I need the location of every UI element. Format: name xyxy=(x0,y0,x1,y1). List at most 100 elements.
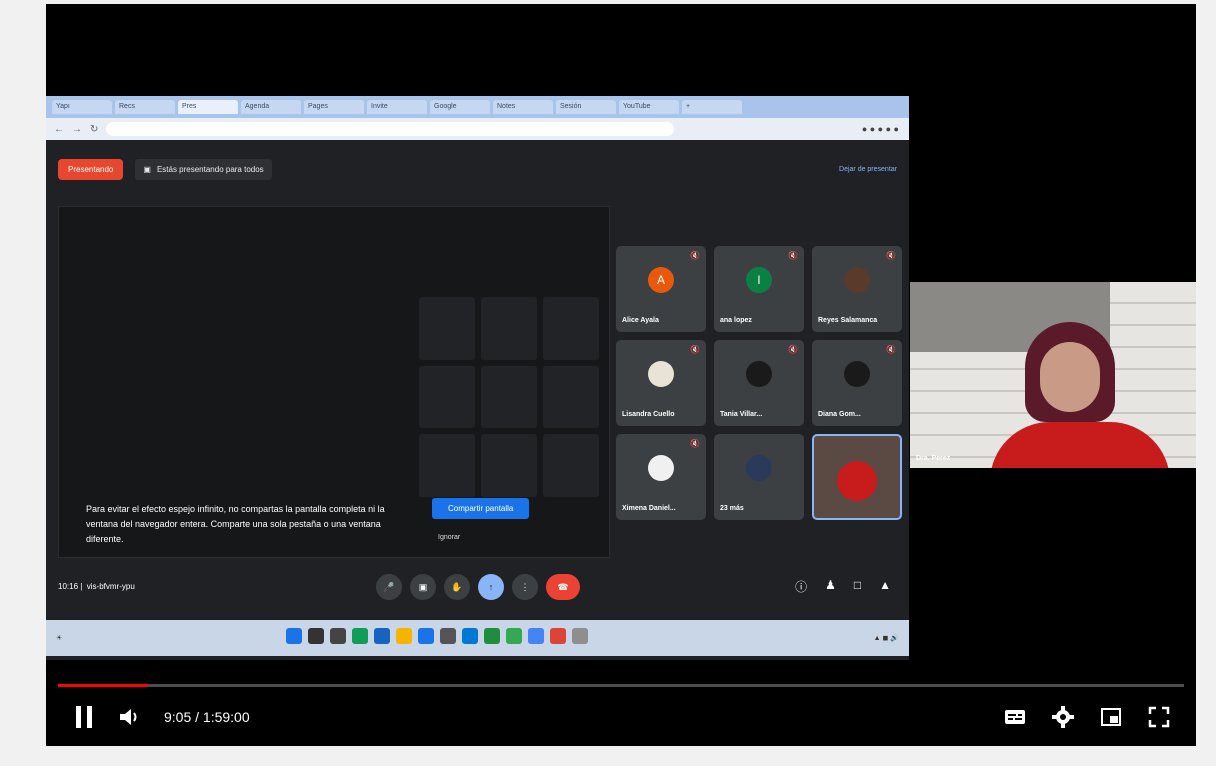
app-icon[interactable] xyxy=(572,628,588,644)
edge-icon[interactable] xyxy=(374,628,390,644)
total-time: 1:59:00 xyxy=(202,709,250,725)
avatar xyxy=(648,455,674,482)
presenter-camera: Dra. Perez xyxy=(910,282,1196,468)
presenting-badge: Presentando xyxy=(58,158,124,180)
progress-bar[interactable] xyxy=(58,684,1184,687)
browser-tab[interactable]: Pages xyxy=(304,100,364,114)
browser-tab[interactable]: Notes xyxy=(493,100,553,114)
browser-tab[interactable]: Recs xyxy=(115,100,175,114)
forward-icon[interactable]: → xyxy=(72,124,82,135)
mic-off-icon: 🔇 xyxy=(788,251,798,260)
fullscreen-icon[interactable] xyxy=(1148,706,1170,728)
meeting-clock: 10:16 xyxy=(58,581,79,591)
self-tile[interactable] xyxy=(812,434,902,520)
chrome-icon[interactable] xyxy=(528,628,544,644)
reload-icon[interactable]: ↻ xyxy=(90,124,98,135)
mic-off-icon: 🔇 xyxy=(788,345,798,354)
mirror-warning-text: Para evitar el efecto espejo infinito, n… xyxy=(86,504,385,544)
search-icon[interactable] xyxy=(308,628,324,644)
participant-name: Diana Gom... xyxy=(818,411,861,418)
new-tab-button[interactable]: + xyxy=(682,100,742,114)
participant-name: Tania Villar... xyxy=(720,411,763,418)
extension-icons[interactable]: ● ● ● ● ● xyxy=(862,124,909,134)
back-icon[interactable]: ← xyxy=(54,124,64,135)
browser-tab[interactable]: Agenda xyxy=(241,100,301,114)
weather-widget[interactable]: ☀ xyxy=(56,634,62,642)
participant-tile[interactable]: 🔇 Tania Villar... xyxy=(714,340,804,426)
avatar: A xyxy=(648,267,674,294)
participant-name: 23 más xyxy=(720,505,744,512)
video-player[interactable]: Yapı Recs Pres Agenda Pages Invite Googl… xyxy=(46,4,1196,746)
current-time: 9:05 xyxy=(164,709,192,725)
meeting-code: vis-bfvmr-ypu xyxy=(86,581,135,591)
avatar: l xyxy=(746,267,772,294)
activities-icon[interactable]: ▲ xyxy=(879,578,891,595)
browser-tab[interactable]: Yapı xyxy=(52,100,112,114)
browser-tab[interactable]: Google xyxy=(430,100,490,114)
browser-tab[interactable]: Sesión xyxy=(556,100,616,114)
participant-name: Alice Ayala xyxy=(622,317,659,324)
presenting-message: ▣ Estás presentando para todos xyxy=(135,158,272,180)
folder-icon[interactable] xyxy=(396,628,412,644)
more-options-icon[interactable]: ⋮ xyxy=(512,574,538,600)
player-controls: 9:05 / 1:59:00 xyxy=(46,694,1196,744)
mirror-tiles xyxy=(419,297,599,497)
end-call-icon[interactable]: ☎ xyxy=(546,574,580,600)
participant-name: Reyes Salamanca xyxy=(818,317,878,324)
raise-hand-icon[interactable]: ✋ xyxy=(444,574,470,600)
app-icon[interactable] xyxy=(440,628,456,644)
participant-tile[interactable]: 🔇 Diana Gom... xyxy=(812,340,902,426)
avatar xyxy=(837,461,877,502)
app-icon[interactable] xyxy=(352,628,368,644)
chrome-icon[interactable] xyxy=(506,628,522,644)
settings-icon[interactable] xyxy=(1052,706,1074,728)
app-icon[interactable] xyxy=(550,628,566,644)
stop-presenting-link[interactable]: Dejar de presentar xyxy=(839,166,897,173)
miniplayer-icon[interactable] xyxy=(1100,706,1122,728)
browser-tab[interactable]: Pres xyxy=(178,100,238,114)
avatar xyxy=(648,361,674,388)
browser-address-bar: ← → ↻ ● ● ● ● ● xyxy=(46,118,909,140)
mic-off-icon: 🔇 xyxy=(690,439,700,448)
app-icon[interactable] xyxy=(418,628,434,644)
present-icon[interactable]: ↑ xyxy=(478,574,504,600)
participant-tile[interactable]: 🔇 Reyes Salamanca xyxy=(812,246,902,332)
browser-tab[interactable]: Invite xyxy=(367,100,427,114)
mic-icon[interactable]: 🎤 xyxy=(376,574,402,600)
call-buttons: 🎤 ▣ ✋ ↑ ⋮ ☎ xyxy=(376,574,580,600)
app-icon[interactable] xyxy=(484,628,500,644)
volume-icon[interactable] xyxy=(120,708,140,726)
meeting-time: 10:16 | vis-bfvmr-ypu xyxy=(58,581,135,591)
browser-tab[interactable]: YouTube xyxy=(619,100,679,114)
camera-name-label: Dra. Perez xyxy=(916,455,951,462)
system-tray[interactable]: ▲ ◼ 🔊 xyxy=(874,634,899,642)
participant-tile[interactable]: 23 más xyxy=(714,434,804,520)
avatar xyxy=(746,455,772,482)
mic-off-icon: 🔇 xyxy=(886,345,896,354)
task-view-icon[interactable] xyxy=(330,628,346,644)
participant-tile[interactable]: 🔇 Ximena Daniel... xyxy=(616,434,706,520)
participant-tile[interactable]: 🔇 Lisandra Cuello xyxy=(616,340,706,426)
ignore-link[interactable]: Ignorar xyxy=(438,534,460,541)
avatar xyxy=(844,267,870,294)
camera-icon[interactable]: ▣ xyxy=(410,574,436,600)
start-icon[interactable] xyxy=(286,628,302,644)
participant-tile[interactable]: 🔇 A Alice Ayala xyxy=(616,246,706,332)
participant-name: Lisandra Cuello xyxy=(622,411,675,418)
subtitles-icon[interactable] xyxy=(1004,706,1026,728)
share-screen-button[interactable]: Compartir pantalla xyxy=(432,498,530,519)
progress-played xyxy=(58,684,149,687)
people-icon[interactable]: ♟ xyxy=(825,578,836,595)
presenting-message-text: Estás presentando para todos xyxy=(156,164,264,174)
participant-grid: 🔇 A Alice Ayala 🔇 l ana lopez 🔇 Reyes Sa… xyxy=(616,246,902,522)
mic-off-icon: 🔇 xyxy=(886,251,896,260)
participant-tile[interactable]: 🔇 l ana lopez xyxy=(714,246,804,332)
app-icon[interactable] xyxy=(462,628,478,644)
pause-button[interactable] xyxy=(76,706,92,728)
presenter xyxy=(980,322,1180,468)
mic-off-icon: 🔇 xyxy=(690,345,700,354)
url-field[interactable] xyxy=(106,122,675,136)
participant-name: Ximena Daniel... xyxy=(622,505,676,512)
chat-icon[interactable]: □ xyxy=(854,578,861,595)
info-icon[interactable]: ⓘ xyxy=(795,578,807,595)
